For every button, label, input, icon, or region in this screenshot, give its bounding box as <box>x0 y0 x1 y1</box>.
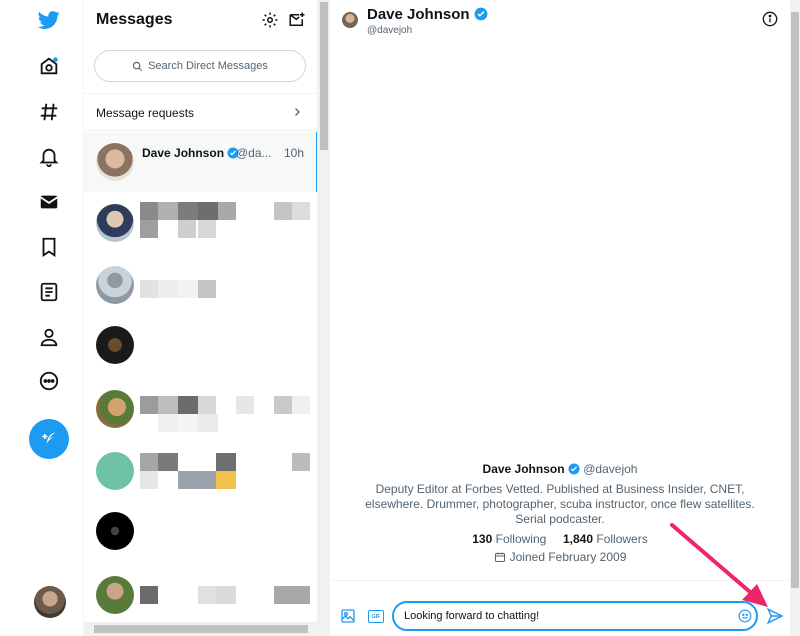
profile-stats: 130 Following 1,840 Followers <box>330 532 790 546</box>
verified-badge-icon <box>568 463 580 475</box>
lists-icon[interactable] <box>34 277 64 307</box>
message-requests-row[interactable]: Message requests <box>84 93 317 131</box>
emoji-icon[interactable] <box>738 609 752 623</box>
new-message-icon[interactable] <box>288 11 306 29</box>
conversation-scrollbar[interactable] <box>790 0 800 636</box>
home-icon[interactable] <box>34 51 64 81</box>
conversation-header-name: Dave Johnson <box>367 6 488 23</box>
profile-icon[interactable] <box>34 322 64 352</box>
calendar-icon <box>494 552 505 562</box>
profile-name-line[interactable]: Dave Johnson @davejoh <box>330 462 790 476</box>
composer-text: Looking forward to chatting! <box>404 610 540 622</box>
messages-column: Messages Search Direct Messages Message … <box>84 0 318 636</box>
message-composer-input[interactable]: Looking forward to chatting! <box>392 601 758 631</box>
conversation-item-redacted[interactable] <box>84 254 317 314</box>
settings-gear-icon[interactable] <box>261 11 279 29</box>
search-input[interactable]: Search Direct Messages <box>94 50 306 82</box>
conversation-avatar <box>96 576 134 614</box>
profile-joined: Joined February 2009 <box>330 550 790 564</box>
profile-summary: Dave Johnson @davejoh Deputy Editor at F… <box>330 462 790 564</box>
conversation-avatar <box>96 326 134 364</box>
conversation-avatar <box>96 452 134 490</box>
search-placeholder: Search Direct Messages <box>148 60 268 72</box>
conversation-avatar <box>96 143 134 181</box>
twitter-logo-icon[interactable] <box>34 5 64 35</box>
bookmarks-icon[interactable] <box>34 232 64 262</box>
conversation-item-redacted[interactable] <box>84 192 317 252</box>
conversation-handle: @da... <box>236 146 272 160</box>
message-requests-label: Message requests <box>96 106 195 120</box>
verified-badge-icon <box>474 7 488 21</box>
conversation-item-redacted[interactable] <box>84 502 317 562</box>
conversation-avatar <box>96 512 134 550</box>
conversation-item-redacted[interactable] <box>84 564 317 624</box>
media-icon[interactable] <box>340 608 356 624</box>
send-icon[interactable] <box>766 607 784 625</box>
conversation-avatar <box>96 390 134 428</box>
conversation-name: Dave Johnson <box>142 146 239 160</box>
conversation-item-redacted[interactable] <box>84 378 317 438</box>
conversation-header-handle: @davejoh <box>367 25 413 36</box>
messages-scrollbar[interactable] <box>318 0 330 636</box>
compose-tweet-button[interactable] <box>29 419 69 459</box>
conversation-avatar <box>96 204 134 242</box>
info-icon[interactable] <box>762 11 778 27</box>
profile-bio: Deputy Editor at Forbes Vetted. Publishe… <box>365 482 755 526</box>
conversation-item-redacted[interactable] <box>84 316 317 376</box>
notifications-icon[interactable] <box>34 142 64 172</box>
feather-plus-icon <box>42 432 56 444</box>
default-avatar <box>96 266 134 304</box>
followers-link[interactable]: 1,840 Followers <box>563 532 648 546</box>
chevron-right-icon <box>295 108 300 116</box>
messages-title: Messages <box>96 11 173 28</box>
gif-icon[interactable]: GIF <box>368 610 384 623</box>
conversation-pane: Dave Johnson @davejoh Dave Johnson @dave… <box>330 0 790 636</box>
account-avatar[interactable] <box>34 586 66 618</box>
explore-icon[interactable] <box>34 97 64 127</box>
conversation-item-dave-johnson[interactable]: Dave Johnson @da... 10h <box>84 132 317 192</box>
profile-handle: @davejoh <box>583 462 638 476</box>
conversation-item-redacted[interactable] <box>84 440 317 500</box>
following-link[interactable]: 130 Following <box>472 532 546 546</box>
header-avatar[interactable] <box>342 12 358 28</box>
left-nav <box>0 0 84 636</box>
messages-icon[interactable] <box>34 187 64 217</box>
more-icon[interactable] <box>34 366 64 396</box>
messages-horizontal-scrollbar[interactable] <box>84 622 318 636</box>
search-icon <box>132 61 143 71</box>
conversation-time: 10h <box>284 146 305 160</box>
